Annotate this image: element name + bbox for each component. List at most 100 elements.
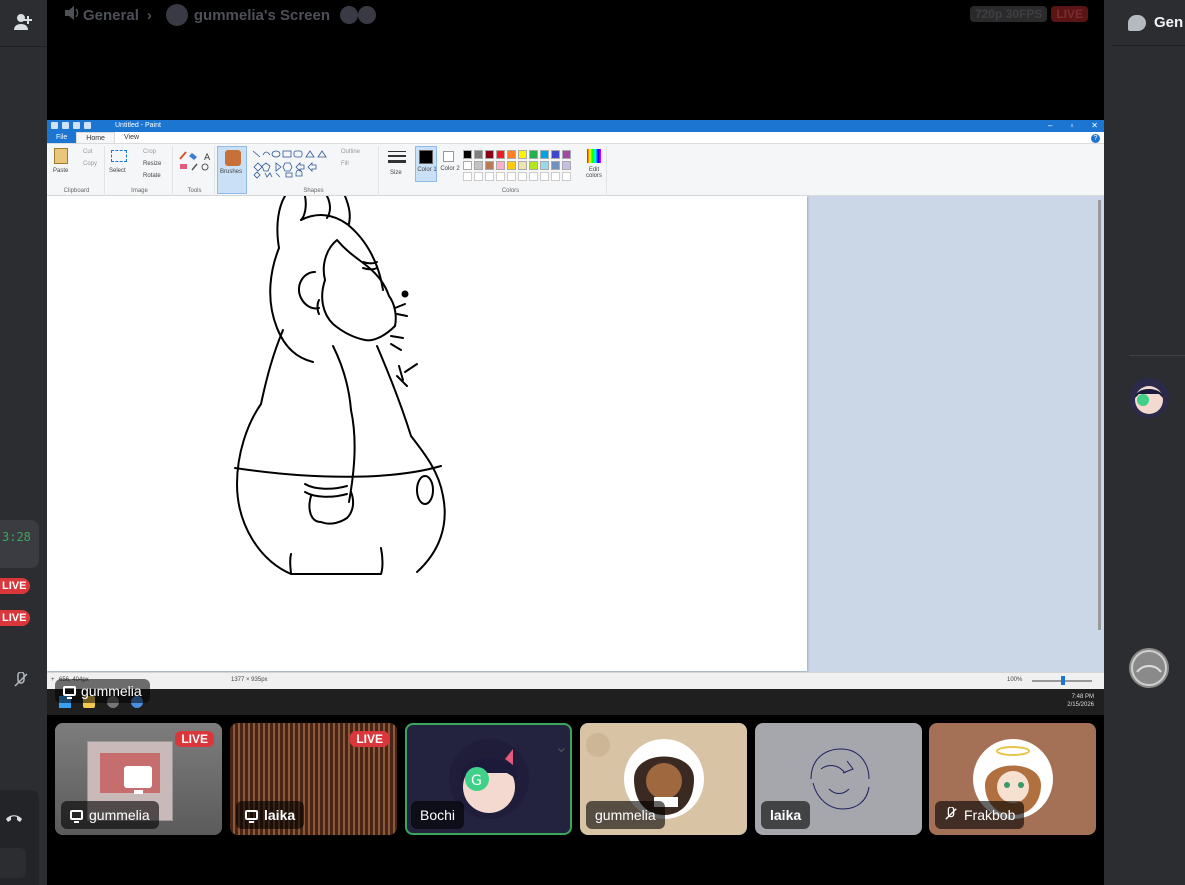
participant-tile[interactable]: laika (755, 723, 922, 835)
color-swatch[interactable] (474, 150, 483, 159)
outline-button[interactable]: Outline (341, 149, 360, 155)
participant-name: laika (264, 807, 296, 823)
participant-tag: gummelia (586, 801, 665, 829)
add-friend-icon[interactable] (586, 733, 610, 757)
tab-file[interactable]: File (47, 132, 77, 143)
mute-icon[interactable] (13, 671, 29, 693)
tab-home[interactable]: Home (76, 132, 115, 143)
copy-button[interactable]: Copy (83, 161, 97, 167)
chat-label: Gen (1154, 14, 1184, 31)
chat-button[interactable]: Gen (1112, 0, 1185, 46)
color-swatch[interactable] (496, 161, 505, 170)
cut-button[interactable]: Cut (83, 149, 92, 155)
color2-label: Color 2 (440, 166, 460, 172)
fill-button[interactable]: Fill (341, 161, 349, 167)
color2-button[interactable]: Color 2 (439, 146, 461, 182)
resize-button[interactable]: Resize (143, 161, 161, 167)
color-swatch[interactable] (551, 161, 560, 170)
shapes-gallery[interactable] (251, 149, 333, 179)
color-swatch[interactable] (551, 150, 560, 159)
empty-swatch[interactable] (551, 172, 560, 181)
color-swatch[interactable] (485, 150, 494, 159)
screen-share-icon (70, 810, 83, 823)
color-swatch[interactable] (529, 150, 538, 159)
group-label: Shapes (303, 188, 324, 194)
drawing-canvas[interactable] (47, 195, 807, 671)
participant-tag: Frakbob (935, 801, 1025, 829)
color-swatch[interactable] (562, 161, 571, 170)
participant-name: Bochi (420, 807, 456, 823)
edit-colors-icon[interactable] (587, 149, 601, 163)
participant-tile[interactable]: LIVE gummelia (55, 723, 222, 835)
color-swatch[interactable] (463, 161, 472, 170)
participant-tile[interactable]: gummelia (580, 723, 747, 835)
minimize-icon[interactable]: – (1048, 120, 1052, 132)
color-swatch[interactable] (540, 161, 549, 170)
group-label: Image (131, 188, 148, 194)
discord-call-view: 3:28 LIVE LIVE Gen General › gummelia's … (0, 0, 1185, 885)
size-button[interactable]: Size (383, 146, 411, 194)
color-swatch[interactable] (529, 161, 538, 170)
select-button[interactable]: Select (109, 168, 126, 174)
crop-button[interactable]: Crop (143, 149, 156, 155)
participant-tile[interactable]: LIVE laika (230, 723, 397, 835)
color-swatch[interactable] (474, 161, 483, 170)
settings-button[interactable] (0, 848, 26, 878)
close-icon[interactable]: ✕ (1091, 120, 1098, 132)
avatar[interactable] (1129, 378, 1169, 418)
chevron-right-icon: › (146, 6, 152, 24)
participant-tile[interactable]: Frakbob (929, 723, 1096, 835)
color-swatch[interactable] (507, 161, 516, 170)
edit-colors-button[interactable]: Edit colors (583, 167, 605, 179)
avatar[interactable] (1129, 648, 1169, 688)
color1-button[interactable]: Color 1 (415, 146, 437, 182)
empty-swatch[interactable] (463, 172, 472, 181)
color-swatch[interactable] (540, 150, 549, 159)
empty-swatch[interactable] (529, 172, 538, 181)
paste-icon[interactable] (54, 148, 68, 164)
color-swatch[interactable] (496, 150, 505, 159)
voice-controls (0, 790, 39, 885)
shared-screen-paint[interactable]: Untitled - Paint – ▫ ✕ File Home View ? Pa… (47, 120, 1104, 715)
group-label: Colors (501, 188, 520, 194)
color-swatch[interactable] (463, 150, 472, 159)
color-swatch[interactable] (562, 150, 571, 159)
add-friend-icon[interactable] (12, 12, 34, 34)
color-swatch[interactable] (518, 150, 527, 159)
paint-tabs: File Home View ? (47, 132, 1104, 144)
help-icon[interactable]: ? (1091, 134, 1100, 143)
channel-name[interactable]: General (83, 7, 139, 24)
participant-name: laika (770, 807, 802, 823)
maximize-icon[interactable]: ▫ (1070, 120, 1073, 132)
right-rail: Gen (1104, 0, 1185, 885)
rotate-button[interactable]: Rotate (143, 173, 161, 179)
zoom-slider-thumb[interactable] (1061, 676, 1065, 685)
empty-swatch[interactable] (496, 172, 505, 181)
participant-tile[interactable]: G ⌄ Bochi (405, 723, 572, 835)
empty-swatch[interactable] (540, 172, 549, 181)
select-icon[interactable] (111, 150, 127, 162)
brushes-button[interactable]: Brushes (217, 146, 247, 194)
brushes-label: Brushes (220, 169, 243, 175)
empty-swatch[interactable] (562, 172, 571, 181)
empty-swatch[interactable] (518, 172, 527, 181)
color-swatch[interactable] (485, 161, 494, 170)
speaker-icon (63, 5, 83, 25)
paint-ribbon: Paste Cut Copy Clipboard Select Crop Res… (47, 144, 1104, 196)
avatar (340, 6, 359, 24)
chevron-down-icon[interactable]: ⌄ (555, 737, 568, 757)
live-badge: LIVE (350, 731, 389, 747)
empty-swatch[interactable] (474, 172, 483, 181)
hangup-icon[interactable] (4, 810, 24, 828)
svg-text:G: G (471, 773, 482, 789)
live-badge: LIVE (175, 731, 214, 747)
paste-button[interactable]: Paste (53, 168, 68, 174)
color-swatch[interactable] (507, 150, 516, 159)
empty-swatch[interactable] (507, 172, 516, 181)
vertical-scrollbar[interactable] (1098, 200, 1101, 630)
empty-swatch[interactable] (485, 172, 494, 181)
color-swatch[interactable] (518, 161, 527, 170)
tools-icons[interactable]: A (178, 149, 212, 175)
tab-view[interactable]: View (115, 132, 148, 143)
group-label: Clipboard (63, 188, 90, 194)
